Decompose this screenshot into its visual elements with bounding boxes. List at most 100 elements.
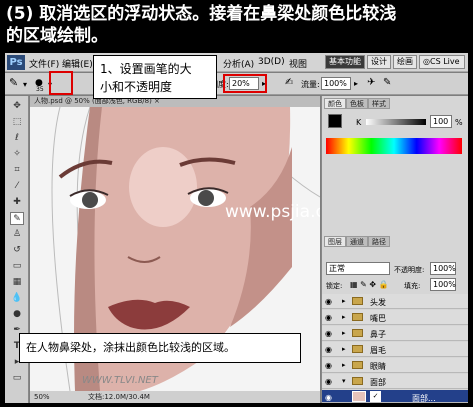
layer-row[interactable]: ◉ ▸ 鼻子 [322,326,468,341]
expand-arrow-icon[interactable]: ▸ [342,345,346,353]
tutorial-heading: (5) 取消选区的浮动状态。接着在鼻梁处颜色比较浅 的区域绘制。 [0,0,473,52]
brush-note-line-2: 小和不透明度 [100,80,173,94]
eye-icon[interactable]: ◉ [325,377,332,386]
brush-note-line-1: 1、设置画笔的大 [100,62,192,76]
layer-opacity-input[interactable]: 100% [430,262,456,275]
brush-tool-active-icon[interactable]: ✎ [10,212,24,225]
marquee-tool-icon[interactable]: ⬚ [10,116,24,129]
eyedropper-tool-icon[interactable]: ⁄ [10,180,24,193]
layer-opacity-label: 不透明度: [394,266,425,274]
history-brush-tool-icon[interactable]: ↺ [10,244,24,257]
tab-swatches[interactable]: 色板 [346,98,368,109]
layer-row[interactable]: ◉ ▸ 嘴巴 [322,310,468,325]
eye-icon[interactable]: ◉ [325,329,332,338]
doc-info: 文档:12.0M/30.4M [88,393,150,401]
folder-icon [352,377,363,385]
move-tool-icon[interactable]: ✥ [10,100,24,113]
cslive-icon: ◎ [423,57,430,66]
tab-channels[interactable]: 通道 [346,236,368,247]
eye-icon[interactable]: ◉ [325,361,332,370]
expand-arrow-icon[interactable]: ▸ [342,313,346,321]
flow-label: 流量: [301,80,320,89]
tab-paths[interactable]: 路径 [368,236,390,247]
menu-edit[interactable]: 编辑(E) [62,57,93,70]
tool-preset-arrow-icon[interactable]: ▾ [23,80,27,89]
layer-row[interactable]: ◉ ▸ 眉毛 [322,342,468,357]
flow-arrow-icon[interactable]: ▸ [354,79,358,88]
brush-settings-callout: 1、设置画笔的大 小和不透明度 [93,55,217,99]
opacity-highlight [223,74,267,93]
lock-label: 锁定: [326,282,343,290]
crop-tool-icon[interactable]: ⌗ [10,164,24,177]
eraser-tool-icon[interactable]: ▭ [10,260,24,273]
layer-name: 眼睛 [370,362,386,371]
brush-size-value[interactable]: 35 [36,86,44,93]
fill-label: 填充: [404,282,421,290]
workspace-design-button[interactable]: 设计 [367,55,391,69]
painting-callout: 在人物鼻梁处，涂抹出颜色比较浅的区域。 [19,333,301,363]
layer-row[interactable]: ◉ ▸ 眼睛 [322,358,468,373]
eye-icon[interactable]: ◉ [325,393,332,402]
photoshop-logo: Ps [7,55,25,70]
tab-layers[interactable]: 图层 [324,236,346,247]
gradient-tool-icon[interactable]: ▦ [10,276,24,289]
layer-row[interactable]: ◉ ▸ 头发 [322,294,468,309]
channel-unit: % [455,118,463,127]
lasso-tool-icon[interactable]: ℓ [10,132,24,145]
dodge-tool-icon[interactable]: ● [10,308,24,321]
airbrush-icon[interactable]: ✈ [367,77,375,88]
expand-arrow-icon[interactable]: ▸ [342,297,346,305]
menu-view[interactable]: 视图 [289,57,307,70]
pressure-size-icon[interactable]: ✎ [383,77,391,88]
zoom-level[interactable]: 50% [34,391,50,403]
channel-label: K [356,118,362,127]
heading-line-2: 的区域绘制。 [6,26,108,46]
folder-icon [352,361,363,369]
watermark: www.psjia.com [225,202,320,222]
cslive-label: CS Live [429,57,460,66]
status-bar: 50% 文档:12.0M/30.4M [30,391,320,403]
shape-tool-icon[interactable]: ▭ [10,372,24,385]
layer-name: 头发 [370,298,386,307]
healing-tool-icon[interactable]: ✚ [10,196,24,209]
layer-row[interactable]: ◉ ▾ 面部 [322,374,468,389]
folder-icon [352,345,363,353]
layer-row-selected[interactable]: ◉ ✓ 面部... [322,390,468,403]
workspace-paint-button[interactable]: 绘画 [393,55,417,69]
tab-styles[interactable]: 样式 [368,98,390,109]
lock-icons[interactable]: ▦ ✎ ✥ 🔒 [350,280,389,289]
menu-3d[interactable]: 3D(D) [258,57,285,67]
layer-name: 面部 [370,378,386,387]
layer-name: 嘴巴 [370,314,386,323]
link-icon[interactable]: ✓ [370,391,381,402]
brush-size-highlight [49,71,73,95]
channel-value[interactable]: 100 [430,115,452,128]
menu-bar: Ps 文件(F) 编辑(E) 分析(A) 3D(D) 视图 基本功能 设计 绘画… [5,53,468,72]
collapse-arrow-icon[interactable]: ▾ [342,377,346,385]
pressure-opacity-icon[interactable]: ✍ [285,77,293,88]
menu-analysis[interactable]: 分析(A) [223,57,254,70]
channel-slider[interactable] [366,119,426,125]
blend-mode-select[interactable]: 正常 [326,262,390,275]
photoshop-window: Ps 文件(F) 编辑(E) 分析(A) 3D(D) 视图 基本功能 设计 绘画… [5,53,468,403]
stamp-tool-icon[interactable]: ♙ [10,228,24,241]
fill-input[interactable]: 100% [430,278,456,291]
blur-tool-icon[interactable]: 💧 [10,292,24,305]
tab-color[interactable]: 颜色 [324,98,346,109]
folder-icon [352,297,363,305]
eye-icon[interactable]: ◉ [325,345,332,354]
options-bar: ✎ ▾ ● 35 ▾ 明度: 20% ▸ ✍ 流量: 100% ▸ ✈ ✎ [5,71,468,95]
flow-input[interactable]: 100% [321,77,351,90]
quick-select-tool-icon[interactable]: ✧ [10,148,24,161]
foreground-swatch[interactable] [328,114,342,128]
brush-tool-icon[interactable]: ✎ [9,76,18,89]
layer-name: 鼻子 [370,330,386,339]
color-ramp[interactable] [326,138,462,154]
eye-icon[interactable]: ◉ [325,297,332,306]
workspace-basic-button[interactable]: 基本功能 [325,55,365,69]
menu-file[interactable]: 文件(F) [29,57,59,70]
cslive-button[interactable]: ◎CS Live [419,55,465,69]
expand-arrow-icon[interactable]: ▸ [342,361,346,369]
eye-icon[interactable]: ◉ [325,313,332,322]
expand-arrow-icon[interactable]: ▸ [342,329,346,337]
